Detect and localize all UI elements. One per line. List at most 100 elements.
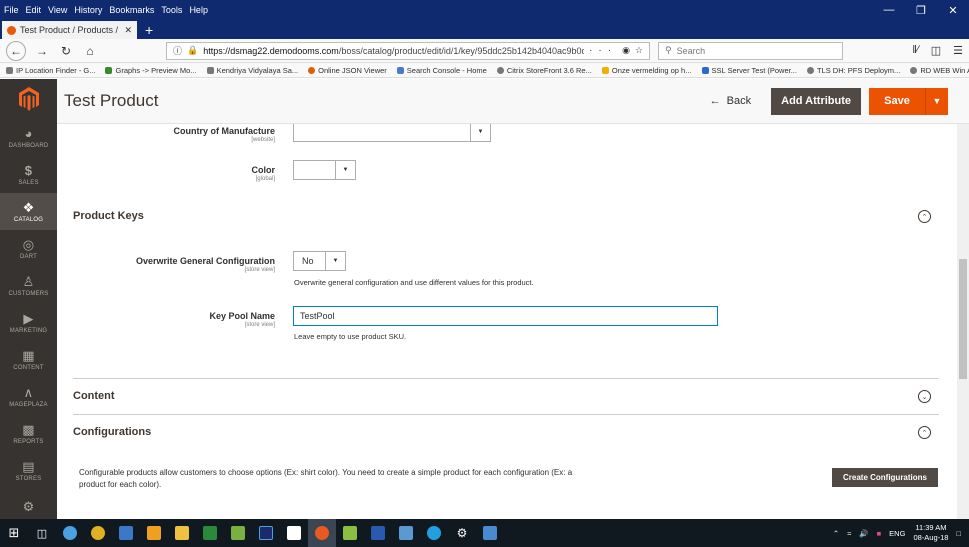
bookmark-item[interactable]: Graphs -> Preview Mo...: [105, 66, 197, 75]
home-icon[interactable]: ⌂: [82, 44, 98, 58]
snipping-tool-icon[interactable]: [280, 519, 308, 547]
word-icon[interactable]: [364, 519, 392, 547]
file-explorer-icon[interactable]: [168, 519, 196, 547]
sidebar-item-marketing[interactable]: ▶ MARKETING: [0, 304, 57, 341]
globe-icon: [806, 66, 814, 74]
photoshop-icon[interactable]: [252, 519, 280, 547]
volume-icon[interactable]: 🔊: [859, 529, 868, 538]
sidebar-item-mageplaza[interactable]: ∧ MAGEPLAZA: [0, 378, 57, 415]
bookmark-item[interactable]: Search Console - Home: [396, 66, 487, 75]
network-icon[interactable]: ≈: [847, 529, 851, 538]
product-keys-title[interactable]: Product Keys: [73, 210, 144, 222]
sidebar-item-content[interactable]: ▦ CONTENT: [0, 341, 57, 378]
url-text: https://dsmag22.demodooms.com/boss/catal…: [203, 46, 584, 56]
menu-edit[interactable]: Edit: [26, 5, 42, 15]
menu-view[interactable]: View: [48, 5, 67, 15]
minimize-icon[interactable]: —: [873, 4, 905, 17]
bookmark-item[interactable]: SSL Server Test (Power...: [701, 66, 797, 75]
bookmark-favicon-icon: [105, 66, 113, 74]
country-select[interactable]: ▼: [293, 124, 491, 142]
magento-logo[interactable]: [0, 79, 57, 119]
app-icon[interactable]: [56, 519, 84, 547]
menu-help[interactable]: Help: [189, 5, 208, 15]
reload-icon[interactable]: ↻: [58, 44, 74, 58]
app-icon[interactable]: [392, 519, 420, 547]
task-view-icon[interactable]: ◫: [28, 519, 56, 547]
menu-bookmarks[interactable]: Bookmarks: [109, 5, 154, 15]
ime-icon[interactable]: ■: [877, 529, 882, 538]
sidebar-toggle-icon[interactable]: ◫: [931, 44, 941, 57]
browser-tab[interactable]: Test Product / Products / Inven ✕: [2, 21, 137, 39]
search-input[interactable]: ⚲ Search: [658, 41, 843, 60]
menu-file[interactable]: File: [4, 5, 19, 15]
sidebar-item-catalog[interactable]: ❖ CATALOG: [0, 193, 57, 230]
notepad-icon[interactable]: [336, 519, 364, 547]
skype-icon[interactable]: [420, 519, 448, 547]
chrome-icon[interactable]: [84, 519, 112, 547]
forward-arrow-icon[interactable]: →: [34, 44, 50, 58]
save-options-toggle[interactable]: ▼: [925, 87, 948, 115]
outlook-icon[interactable]: [140, 519, 168, 547]
hamburger-menu-icon[interactable]: ☰: [953, 44, 963, 57]
bookmark-item[interactable]: Kendriya Vidyalaya Sa...: [206, 66, 298, 75]
notepad-plus-icon[interactable]: [224, 519, 252, 547]
save-button[interactable]: Save: [869, 87, 925, 115]
page-scrollbar[interactable]: [957, 124, 969, 519]
url-bar[interactable]: ⓘ 🔒 https://dsmag22.demodooms.com/boss/c…: [166, 41, 650, 60]
windows-start-icon[interactable]: ⊞: [0, 519, 28, 547]
navigation-bar: ← → ↻ ⌂ ⓘ 🔒 https://dsmag22.demodooms.co…: [0, 39, 969, 63]
overwrite-config-select[interactable]: No ▼: [293, 251, 346, 271]
close-window-icon[interactable]: ✕: [937, 4, 969, 17]
clock-date: 08-Aug-18: [913, 533, 949, 542]
expand-chevron-down-icon[interactable]: ⌄: [918, 390, 931, 403]
configurations-title[interactable]: Configurations: [73, 426, 151, 438]
library-icon[interactable]: ‖∕: [912, 44, 918, 57]
back-arrow-icon[interactable]: ←: [6, 40, 26, 61]
close-tab-icon[interactable]: ✕: [124, 25, 132, 36]
restore-icon[interactable]: ❐: [905, 4, 937, 17]
sidebar-item-reports[interactable]: ▩ REPORTS: [0, 415, 57, 452]
bar-chart-icon: ▩: [22, 421, 35, 437]
bookmark-favicon-icon: [6, 66, 13, 74]
bookmark-item[interactable]: Citrix StoreFront 3.6 Re...: [496, 66, 592, 75]
caret-down-icon: ▼: [932, 96, 942, 106]
bookmark-item[interactable]: Onze vermelding op h...: [601, 66, 692, 75]
caret-down-icon: ▼: [325, 252, 345, 270]
sidebar-item-customers[interactable]: ♙ CUSTOMERS: [0, 267, 57, 304]
bookmark-star-icon[interactable]: ☆: [635, 45, 643, 56]
menu-history[interactable]: History: [74, 5, 102, 15]
color-select[interactable]: ▼: [293, 160, 356, 180]
language-indicator[interactable]: ENG: [889, 529, 905, 538]
network-app-icon[interactable]: [112, 519, 140, 547]
bookmark-item[interactable]: Online JSON Viewer: [308, 66, 387, 75]
collapse-chevron-up-icon[interactable]: ⌃: [918, 426, 931, 439]
firefox-icon[interactable]: [308, 519, 336, 547]
sidebar-item-sales[interactable]: $ SALES: [0, 156, 57, 193]
collapse-chevron-up-icon[interactable]: ⌃: [918, 210, 931, 223]
bookmark-item[interactable]: TLS DH: PFS Deploym...: [806, 66, 900, 75]
menu-tools[interactable]: Tools: [161, 5, 182, 15]
tray-chevron-up-icon[interactable]: ⌃: [833, 529, 839, 538]
info-icon[interactable]: ⓘ: [173, 44, 182, 57]
settings-gear-icon[interactable]: ⚙: [448, 519, 476, 547]
magento-favicon-icon: [7, 25, 16, 35]
content-section-title[interactable]: Content: [73, 390, 115, 402]
taskbar-clock[interactable]: 11:39 AM 08-Aug-18: [913, 523, 948, 543]
pocket-icon[interactable]: ◉: [622, 45, 630, 56]
excel-icon[interactable]: [196, 519, 224, 547]
sidebar-item-dashboard[interactable]: ◕ DASHBOARD: [0, 119, 57, 156]
sidebar-item-dart[interactable]: ◎ DART: [0, 230, 57, 267]
key-pool-name-input[interactable]: TestPool: [293, 306, 718, 326]
lock-icon[interactable]: 🔒: [187, 45, 198, 56]
sidebar-item-stores[interactable]: ▤ STORES: [0, 452, 57, 489]
back-button[interactable]: ← Back: [710, 95, 751, 107]
new-tab-icon[interactable]: +: [137, 21, 161, 39]
remote-desktop-icon[interactable]: [476, 519, 504, 547]
page-actions-icon[interactable]: ···: [589, 45, 617, 56]
bookmark-item[interactable]: RD WEB Win Auth: [910, 66, 969, 75]
create-configurations-button[interactable]: Create Configurations: [832, 468, 938, 487]
add-attribute-button[interactable]: Add Attribute: [771, 87, 861, 115]
notifications-icon[interactable]: □: [956, 529, 961, 538]
bookmark-item[interactable]: IP Location Finder - G...: [6, 66, 95, 75]
scrollbar-thumb[interactable]: [959, 259, 967, 379]
